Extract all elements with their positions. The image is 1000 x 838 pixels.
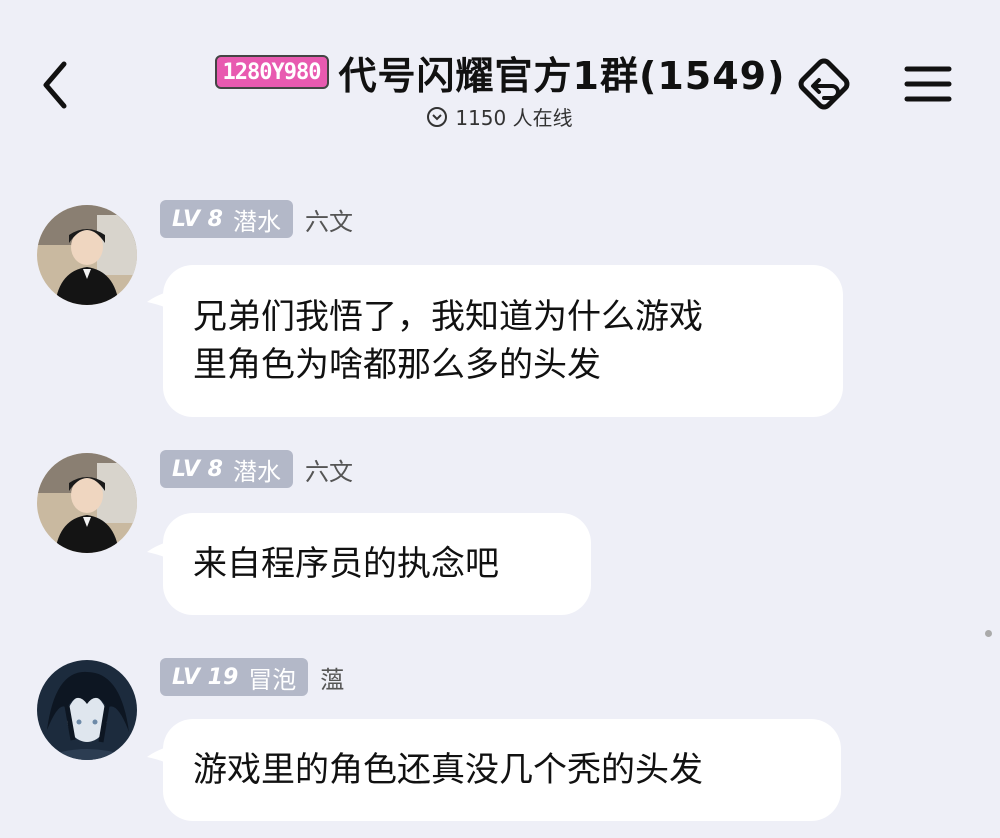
level-badge: LV 19 冒泡 <box>160 658 309 696</box>
avatar[interactable] <box>37 453 137 553</box>
avatar[interactable] <box>37 205 137 305</box>
group-logo: 1280Y980 <box>214 55 329 89</box>
level-text: LV 19 <box>172 664 239 690</box>
message-text-line: 里角色为啥都那么多的头发 <box>193 345 601 385</box>
member-title: 冒泡 <box>248 665 297 694</box>
message-bubble[interactable]: 游戏里的角色还真没几个秃的头发 <box>163 719 841 821</box>
scroll-indicator[interactable] <box>985 630 992 637</box>
level-badge: LV 8 潜水 <box>160 200 293 238</box>
transfer-button[interactable] <box>792 52 856 116</box>
message-text-line: 游戏里的角色还真没几个秃的头发 <box>193 750 703 790</box>
menu-icon <box>904 66 952 102</box>
message-meta: LV 8 潜水 六文 <box>160 450 353 488</box>
message-text-line: 兄弟们我悟了，我知道为什么游戏 <box>193 297 703 337</box>
member-title: 潜水 <box>232 457 281 486</box>
message-bubble[interactable]: 兄弟们我悟了，我知道为什么游戏 里角色为啥都那么多的头发 <box>163 265 843 417</box>
chat-header: 1280Y980 代号闪耀官方1群(1549) 1150 人在线 <box>0 0 1000 140</box>
level-text: LV 8 <box>172 456 223 482</box>
message-text-line: 来自程序员的执念吧 <box>193 544 499 584</box>
level-badge: LV 8 潜水 <box>160 450 293 488</box>
message-bubble[interactable]: 来自程序员的执念吧 <box>163 513 591 615</box>
chevron-down-circle-icon[interactable] <box>427 106 448 127</box>
level-text: LV 8 <box>172 206 223 232</box>
sender-name[interactable]: 薀 <box>320 660 344 695</box>
sender-name[interactable]: 六文 <box>305 452 353 487</box>
message-meta: LV 8 潜水 六文 <box>160 200 353 238</box>
transfer-icon <box>798 58 850 110</box>
avatar[interactable] <box>37 660 137 760</box>
online-count: 1150 人在线 <box>455 106 573 130</box>
header-actions <box>792 52 960 116</box>
group-title[interactable]: 代号闪耀官方1群(1549) <box>339 45 786 100</box>
sender-name[interactable]: 六文 <box>305 202 353 237</box>
menu-button[interactable] <box>896 52 960 116</box>
message-meta: LV 19 冒泡 薀 <box>160 658 344 696</box>
member-title: 潜水 <box>232 207 281 236</box>
